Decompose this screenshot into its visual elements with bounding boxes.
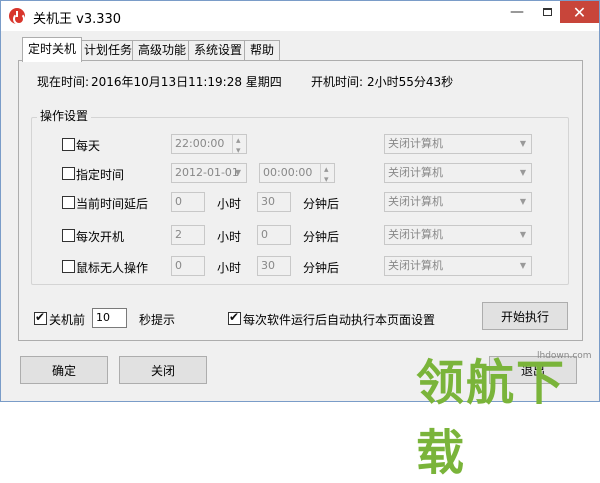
chevron-down-icon: ▼ xyxy=(519,168,527,177)
delay-minutes-unit: 分钟后 xyxy=(303,197,340,211)
close-button[interactable]: 关闭 xyxy=(119,356,207,384)
daily-time-value: 22:00:00 xyxy=(175,137,225,150)
idle-action-select[interactable]: 关闭计算机 ▼ xyxy=(384,256,532,276)
auto-run-checkbox[interactable] xyxy=(228,310,241,325)
delay-minutes-input[interactable]: 30 xyxy=(257,192,291,212)
on-boot-hours-value: 2 xyxy=(175,228,182,241)
tab-help[interactable]: 帮助 xyxy=(244,40,281,60)
on-boot-label: 每次开机 xyxy=(76,230,125,244)
idle-minutes-unit: 分钟后 xyxy=(303,261,340,275)
start-execute-button[interactable]: 开始执行 xyxy=(482,302,568,330)
delay-hours-value: 0 xyxy=(175,195,182,208)
idle-mouse-label: 鼠标无人操作 xyxy=(76,261,149,275)
now-label: 现在时间: xyxy=(37,75,90,89)
pre-shutdown-prompt-checkbox[interactable] xyxy=(34,310,47,325)
idle-hours-value: 0 xyxy=(175,259,182,272)
on-boot-minutes-input[interactable]: 0 xyxy=(257,225,291,245)
daily-action-select[interactable]: 关闭计算机 ▼ xyxy=(384,134,532,154)
specific-action-value: 关闭计算机 xyxy=(388,166,443,179)
idle-minutes-input[interactable]: 30 xyxy=(257,256,291,276)
delay-hours-unit: 小时 xyxy=(217,197,242,211)
tab-scheduled-tasks[interactable]: 计划任务 xyxy=(78,40,139,60)
specific-time-checkbox[interactable] xyxy=(62,167,75,180)
specific-time-value: 00:00:00 xyxy=(263,166,313,179)
delay-minutes-value: 30 xyxy=(261,195,275,208)
on-boot-checkbox[interactable] xyxy=(62,229,75,242)
chevron-down-icon: ▼ xyxy=(519,261,527,270)
daily-time-input[interactable]: 22:00:00 xyxy=(171,134,247,154)
daily-time-spinner[interactable] xyxy=(232,135,246,153)
close-window-button[interactable]: ✕ xyxy=(560,1,599,23)
specific-date-picker[interactable]: 2012-01-01 ▼ xyxy=(171,163,247,183)
idle-action-value: 关闭计算机 xyxy=(388,259,443,272)
uptime-value: 2小时55分43秒 xyxy=(367,75,454,89)
minimize-button[interactable]: — xyxy=(502,1,532,23)
specific-time-spinner[interactable] xyxy=(320,164,334,182)
window-title: 关机王 v3.330 xyxy=(33,12,122,27)
chevron-down-icon: ▼ xyxy=(519,230,527,239)
now-value: 2016年10月13日11:19:28 星期四 xyxy=(91,75,282,89)
chevron-down-icon: ▼ xyxy=(234,168,242,177)
maximize-button[interactable] xyxy=(532,1,562,23)
delay-action-value: 关闭计算机 xyxy=(388,195,443,208)
pre-shutdown-seconds-value: 10 xyxy=(96,311,110,324)
ok-button[interactable]: 确定 xyxy=(20,356,108,384)
daily-action-value: 关闭计算机 xyxy=(388,137,443,150)
tab-settings[interactable]: 系统设置 xyxy=(188,40,249,60)
power-icon xyxy=(9,8,25,25)
chevron-down-icon: ▼ xyxy=(519,197,527,206)
on-boot-hours-unit: 小时 xyxy=(217,230,242,244)
watermark-logo: 领航下载 xyxy=(416,355,567,481)
maximize-icon xyxy=(542,8,552,16)
idle-hours-input[interactable]: 0 xyxy=(171,256,205,276)
on-boot-hours-input[interactable]: 2 xyxy=(171,225,205,245)
uptime-label: 开机时间: xyxy=(311,75,364,89)
minimize-icon: — xyxy=(510,4,524,20)
pre-shutdown-suffix: 秒提示 xyxy=(139,313,176,327)
close-icon: ✕ xyxy=(572,2,587,22)
delay-action-select[interactable]: 关闭计算机 ▼ xyxy=(384,192,532,212)
operation-settings-title: 操作设置 xyxy=(37,107,92,124)
specific-action-select[interactable]: 关闭计算机 ▼ xyxy=(384,163,532,183)
tab-timed-shutdown[interactable]: 定时关机 xyxy=(22,37,83,62)
chevron-down-icon: ▼ xyxy=(519,139,527,148)
on-boot-minutes-unit: 分钟后 xyxy=(303,230,340,244)
delay-hours-input[interactable]: 0 xyxy=(171,192,205,212)
auto-run-label: 每次软件运行后自动执行本页面设置 xyxy=(243,313,436,327)
pre-shutdown-label: 关机前 xyxy=(49,313,86,327)
watermark-url: lhdown.com xyxy=(537,351,592,361)
title-bar: 关机王 v3.330 — ✕ xyxy=(1,1,599,31)
daily-label: 每天 xyxy=(76,139,101,153)
delay-checkbox[interactable] xyxy=(62,196,75,209)
idle-hours-unit: 小时 xyxy=(217,261,242,275)
idle-mouse-checkbox[interactable] xyxy=(62,260,75,273)
on-boot-minutes-value: 0 xyxy=(261,228,268,241)
daily-checkbox[interactable] xyxy=(62,138,75,151)
idle-minutes-value: 30 xyxy=(261,259,275,272)
specific-time-label: 指定时间 xyxy=(76,168,125,182)
tab-advanced[interactable]: 高级功能 xyxy=(132,40,193,60)
on-boot-action-select[interactable]: 关闭计算机 ▼ xyxy=(384,225,532,245)
delay-label: 当前时间延后 xyxy=(76,197,149,211)
pre-shutdown-seconds-input[interactable]: 10 xyxy=(92,308,127,328)
specific-time-input[interactable]: 00:00:00 xyxy=(259,163,335,183)
on-boot-action-value: 关闭计算机 xyxy=(388,228,443,241)
main-window: 关机王 v3.330 — ✕ 定时关机 计划任务 高级功能 系统设置 帮助 现在… xyxy=(0,0,600,481)
